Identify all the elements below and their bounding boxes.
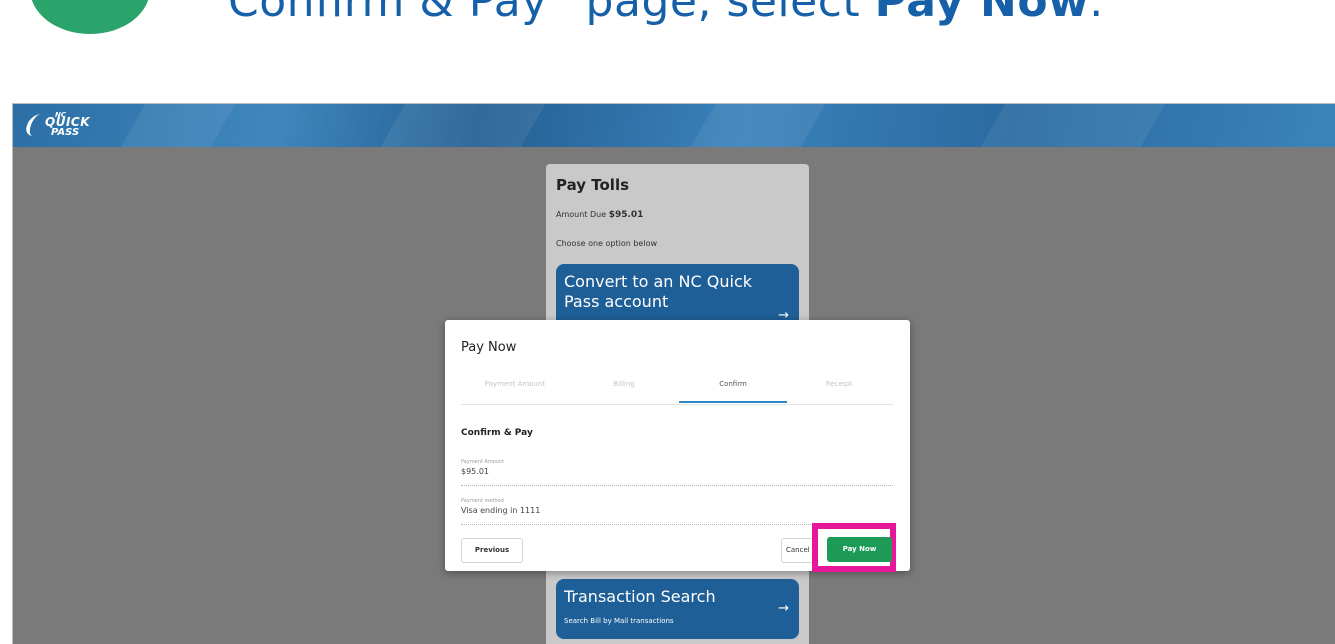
transaction-search-tile[interactable]: Transaction Search Search Bill by Mail t… bbox=[556, 579, 799, 639]
instruction-emphasis: Pay Now bbox=[874, 0, 1090, 27]
instruction-suffix: . bbox=[1089, 0, 1104, 27]
header-bar: NC QUICK PASS bbox=[13, 104, 1335, 147]
amount-due-label: Amount Due bbox=[556, 210, 607, 219]
arrow-right-icon: → bbox=[778, 601, 789, 616]
active-step-indicator bbox=[679, 401, 787, 403]
logo-quick: QUICK bbox=[45, 115, 91, 129]
payment-amount-field: Payment Amount $95.01 bbox=[461, 459, 893, 486]
payment-method-value: Visa ending in 1111 bbox=[461, 506, 541, 515]
payment-amount-value: $95.01 bbox=[461, 467, 489, 476]
step-receipt[interactable]: Receipt bbox=[785, 380, 893, 388]
previous-button[interactable]: Previous bbox=[461, 538, 523, 563]
step-confirm[interactable]: Confirm bbox=[679, 380, 787, 388]
convert-account-title: Convert to an NC Quick Pass account bbox=[564, 272, 752, 311]
pay-tolls-title: Pay Tolls bbox=[556, 176, 630, 194]
amount-due-value: $95.01 bbox=[608, 210, 644, 220]
confirm-pay-heading: Confirm & Pay bbox=[461, 428, 533, 438]
instruction-heading: Confirm & Pay” page, select Pay Now. bbox=[228, 0, 1104, 27]
pay-now-button[interactable]: Pay Now bbox=[827, 537, 892, 562]
payment-method-field: Payment method Visa ending in 1111 bbox=[461, 498, 893, 525]
logo-pass: PASS bbox=[51, 127, 80, 138]
transaction-search-title: Transaction Search bbox=[564, 587, 716, 606]
step-number-badge bbox=[30, 0, 150, 34]
payment-method-label: Payment method bbox=[461, 498, 504, 504]
dialog-title: Pay Now bbox=[461, 340, 517, 355]
amount-due: Amount Due $95.01 bbox=[556, 210, 643, 220]
app-screenshot: NC QUICK PASS Pay Tolls Amount Due $95.0… bbox=[12, 103, 1335, 644]
transaction-search-subtitle: Search Bill by Mail transactions bbox=[564, 617, 674, 625]
payment-amount-label: Payment Amount bbox=[461, 459, 505, 465]
choose-option-text: Choose one option below bbox=[556, 239, 658, 248]
payment-stepper: Payment Amount Billing Confirm Receipt bbox=[461, 372, 893, 405]
step-payment-amount[interactable]: Payment Amount bbox=[461, 380, 569, 388]
instruction-prefix: Confirm & Pay” page, select bbox=[228, 0, 875, 27]
step-billing[interactable]: Billing bbox=[570, 380, 678, 388]
